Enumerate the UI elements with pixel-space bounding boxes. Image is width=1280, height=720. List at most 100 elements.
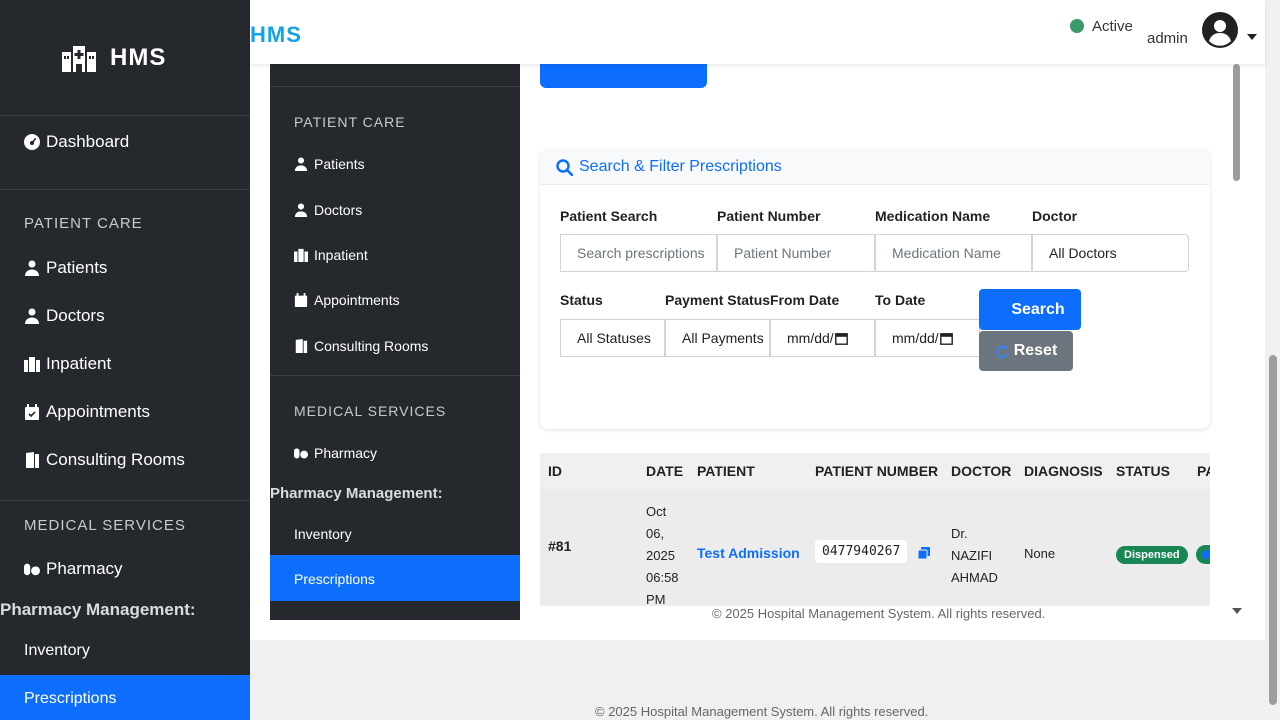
- status-label: Status: [560, 292, 603, 308]
- section-patient-care: PATIENT CARE: [294, 114, 406, 130]
- sidebar-item-appointments[interactable]: Appointments: [24, 402, 150, 422]
- sidebar-item-pharmacy[interactable]: Pharmacy: [24, 559, 123, 579]
- copy-icon[interactable]: [918, 547, 930, 559]
- footer-text: © 2025 Hospital Management System. All r…: [595, 704, 929, 719]
- sidebar-item-inventory[interactable]: Inventory: [294, 526, 352, 542]
- door-open-icon: [295, 339, 308, 353]
- sidebar-item-label: Dashboard: [46, 132, 130, 151]
- sidebar-item-doctors[interactable]: Doctors: [24, 306, 105, 326]
- user-injured-icon: [294, 157, 308, 171]
- column-header-diagnosis[interactable]: DIAGNOSIS: [1024, 463, 1103, 479]
- search-button[interactable]: Search: [979, 289, 1081, 330]
- column-header-status[interactable]: STATUS: [1116, 463, 1170, 479]
- column-header-patient-number[interactable]: PATIENT NUMBER: [815, 463, 938, 479]
- reset-button[interactable]: Reset: [979, 331, 1073, 371]
- top-navbar: HMS Active admin: [250, 0, 1265, 64]
- sidebar-item-inpatient[interactable]: Inpatient: [24, 354, 111, 374]
- user-avatar-icon[interactable]: [1202, 12, 1238, 48]
- sidebar-item-pharmacy[interactable]: Pharmacy: [294, 445, 377, 461]
- sidebar-item-consulting-rooms[interactable]: Consulting Rooms: [24, 450, 185, 470]
- doctor-line: AHMAD: [951, 570, 998, 585]
- divider: [0, 189, 250, 190]
- sidebar-item-label: Patients: [314, 156, 365, 172]
- sidebar-item-label: Consulting Rooms: [314, 338, 429, 354]
- cell-patient-number: 0477940267: [815, 540, 908, 563]
- divider: [270, 86, 520, 87]
- sidebar-item-label: Doctors: [314, 202, 363, 218]
- medication-name-input[interactable]: Medication Name: [875, 234, 1032, 272]
- brand[interactable]: HMS: [62, 44, 166, 72]
- prescriptions-table: ID DATE PATIENT PATIENT NUMBER DOCTOR DI…: [540, 453, 1210, 606]
- status-select[interactable]: All Statuses: [560, 319, 665, 357]
- column-header-patient[interactable]: PATIENT: [697, 463, 755, 479]
- calendar-icon[interactable]: [939, 332, 953, 345]
- date-line: 2025: [646, 548, 675, 563]
- sidebar-item-label: Pharmacy: [46, 559, 123, 578]
- status-badge: Dispensed: [1116, 546, 1188, 564]
- sidebar-item-prescriptions-label[interactable]: Prescriptions: [294, 571, 375, 587]
- sidebar-item-inpatient[interactable]: Inpatient: [294, 247, 368, 263]
- redo-icon: [995, 344, 1009, 358]
- doctor-select[interactable]: All Doctors: [1032, 234, 1189, 272]
- sidebar-item-label: Inventory: [24, 642, 90, 659]
- column-header-doctor[interactable]: DOCTOR: [951, 463, 1011, 479]
- filter-title: Search & Filter Prescriptions: [556, 158, 782, 176]
- scrollbar-thumb[interactable]: [1233, 64, 1240, 181]
- status-text: Active: [1092, 18, 1133, 35]
- table-header: ID DATE PATIENT PATIENT NUMBER DOCTOR DI…: [540, 453, 1210, 489]
- sidebar-item-label: Doctors: [46, 306, 105, 325]
- embedded-sidebar: PATIENT CARE Patients Doctors Inpatient …: [270, 64, 520, 620]
- from-date-value: mm/dd/: [787, 330, 834, 346]
- user-name[interactable]: admin: [1147, 30, 1188, 47]
- hospital-icon: [294, 248, 308, 262]
- doctor-label: Doctor: [1032, 208, 1078, 224]
- sidebar-item-label: Prescriptions: [24, 690, 117, 707]
- sidebar-item-prescriptions-label[interactable]: Prescriptions: [24, 690, 116, 708]
- payment-status-select[interactable]: All Payments: [665, 319, 770, 357]
- cell-id: #81: [548, 538, 572, 554]
- cell-patient-link[interactable]: Test Admission: [697, 545, 800, 561]
- sidebar-item-label: Prescriptions: [294, 571, 375, 587]
- sidebar-item-label: Inpatient: [314, 247, 368, 263]
- sidebar-item-dashboard[interactable]: Dashboard: [24, 132, 129, 152]
- patient-search-input[interactable]: Search prescriptions: [560, 234, 717, 272]
- brand-text: HMS: [110, 44, 167, 71]
- patient-number-label: Patient Number: [717, 208, 821, 224]
- sidebar-item-doctors[interactable]: Doctors: [294, 202, 362, 218]
- payment-badge: [1196, 545, 1210, 564]
- section-patient-care: PATIENT CARE: [24, 215, 143, 232]
- from-date-label: From Date: [770, 292, 840, 308]
- cell-date: Oct 06, 2025 06:58 PM: [646, 501, 679, 606]
- date-line: 06,: [646, 526, 665, 541]
- user-doctor-icon: [25, 308, 39, 324]
- table-row[interactable]: #81 Oct 06, 2025 06:58 PM Test Admission…: [540, 489, 1210, 606]
- section-medical-services: MEDICAL SERVICES: [24, 517, 186, 534]
- navbar-logo[interactable]: HMS: [250, 22, 302, 48]
- divider: [270, 375, 520, 376]
- user-doctor-icon: [294, 203, 308, 217]
- patient-number-input[interactable]: Patient Number: [717, 234, 875, 272]
- page-scrollbar-thumb[interactable]: [1269, 355, 1277, 705]
- column-header-date[interactable]: DATE: [646, 463, 683, 479]
- sidebar: HMS Dashboard PATIENT CARE Patients Doct…: [0, 0, 250, 720]
- medication-name-label: Medication Name: [875, 208, 991, 224]
- column-header-id[interactable]: ID: [548, 463, 562, 479]
- calendar-icon[interactable]: [834, 332, 848, 345]
- to-date-input[interactable]: mm/dd/: [875, 319, 980, 357]
- chevron-down-icon[interactable]: [1247, 34, 1257, 40]
- from-date-input[interactable]: mm/dd/: [770, 319, 875, 357]
- sidebar-item-inventory[interactable]: Inventory: [24, 642, 90, 660]
- pharmacy-management-heading: Pharmacy Management:: [270, 485, 443, 502]
- calendar-check-icon: [294, 293, 308, 307]
- sidebar-item-appointments[interactable]: Appointments: [294, 292, 400, 308]
- scroll-down-arrow[interactable]: [1232, 608, 1242, 614]
- date-line: Oct: [646, 504, 667, 519]
- sidebar-item-patients[interactable]: Patients: [294, 156, 365, 172]
- sidebar-item-patients[interactable]: Patients: [24, 258, 107, 278]
- payment-status-label: Payment Status: [665, 292, 771, 308]
- sidebar-item-label: Patients: [46, 258, 108, 277]
- status-indicator: [1070, 19, 1084, 33]
- column-header-payment[interactable]: PA: [1197, 463, 1210, 479]
- search-button-label: Search: [1011, 300, 1065, 318]
- sidebar-item-consulting-rooms[interactable]: Consulting Rooms: [294, 338, 428, 354]
